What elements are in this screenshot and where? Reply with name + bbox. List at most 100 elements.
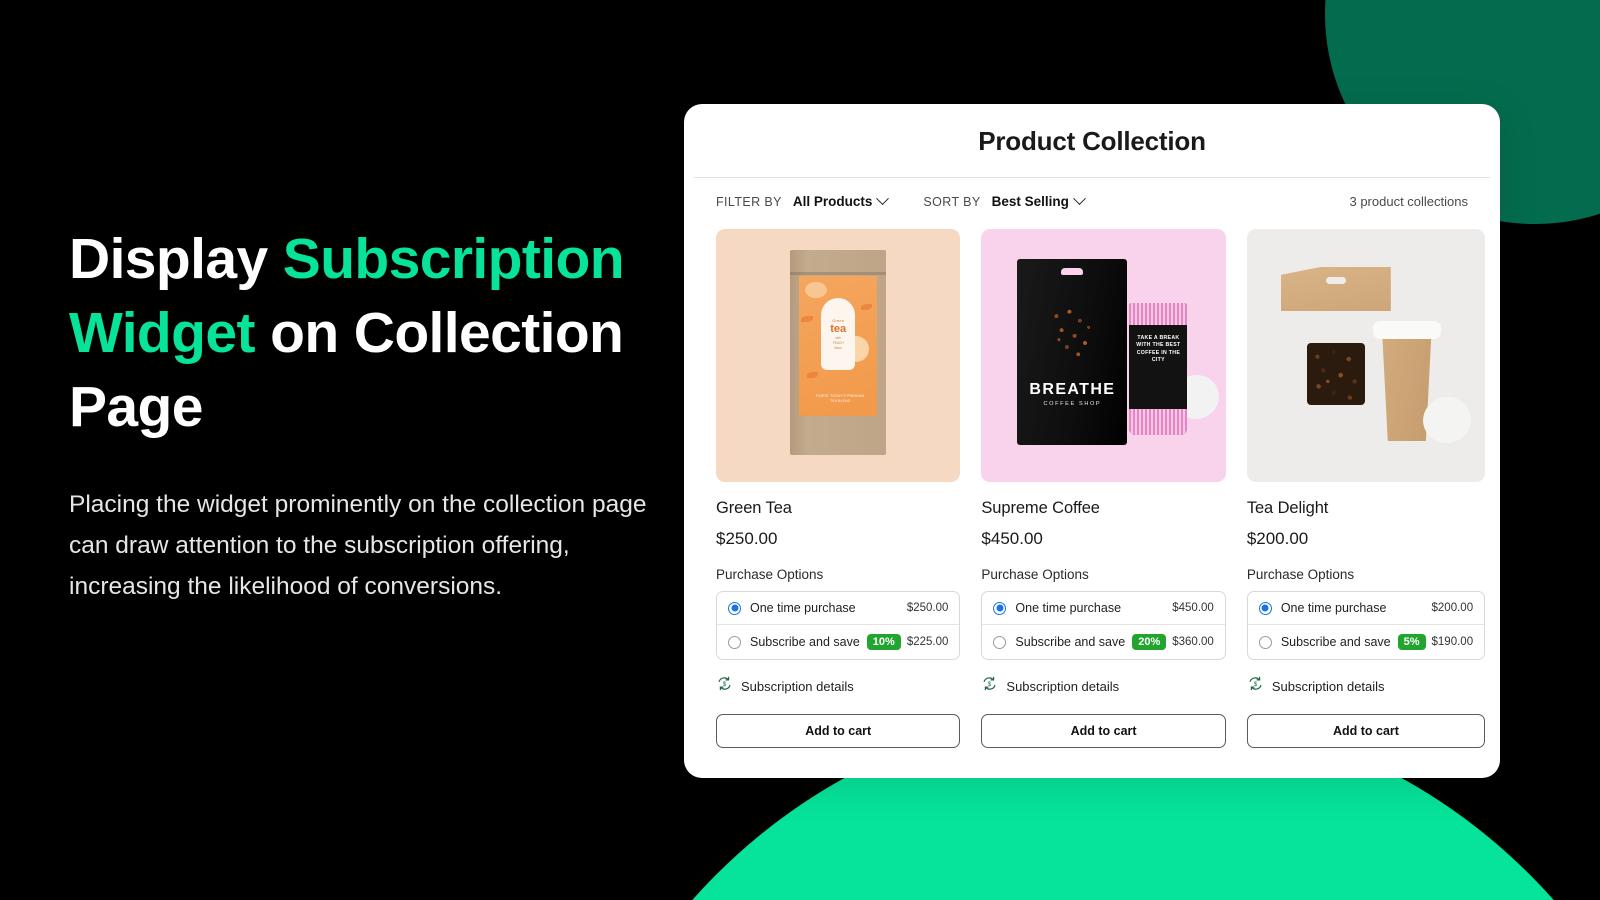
sort-by-dropdown[interactable]: Best Selling [991,192,1086,209]
product-card: BREATHE COFFEE SHOP TAKE A BREAK WITH TH… [981,229,1226,748]
subscription-details-label: Subscription details [1006,678,1120,694]
subscription-recurring-icon: $ [1247,675,1264,697]
option-label-one-time: One time purchase [1015,601,1122,615]
product-image-supreme-coffee[interactable]: BREATHE COFFEE SHOP TAKE A BREAK WITH TH… [981,229,1226,482]
label-deco-leaf [861,304,873,310]
product-price: $250.00 [716,529,778,548]
product-price: $200.00 [1246,529,1309,548]
chevron-down-icon [876,192,890,206]
label-deco-leaf [801,316,814,322]
option-label-one-time: One time purchase [750,601,856,615]
tag-main-text: tea [830,323,847,335]
option-one-time-purchase[interactable]: One time purchase $200.00 [1248,592,1484,624]
label-deco-leaf [807,372,819,378]
pouch-bottom-text: FINEST TODAY'S PREMIUM TEA BLEND [815,394,865,403]
subscription-recurring-icon: $ [716,675,733,697]
product-card: Tea Delight $200.00 Purchase Options One… [1246,229,1486,748]
label-deco-circle [805,282,828,298]
filter-by-label: FILTER BY [716,194,782,209]
product-price: $450.00 [981,529,1043,548]
cup-lid [1372,321,1441,339]
purchase-options-group: One time purchase $200.00 Subscribe and … [1246,591,1486,660]
cup-text: TAKE A BREAK WITH THE BEST COFFEE IN THE… [1136,335,1181,364]
bag-hang-hole [1325,277,1346,284]
product-card: Green tea with PEACH flavor FINEST TODAY… [716,229,961,748]
bag-flap [1280,267,1391,311]
option-price-one-time: $450.00 [1172,602,1214,614]
filter-by-group: FILTER BY All Products [716,192,890,209]
bag-brand-sub-text: COFFEE SHOP [1043,401,1102,407]
radio-subscribe[interactable] [993,635,1007,649]
subscription-details-label: Subscription details [1271,678,1385,694]
product-name: Supreme Coffee [981,499,1100,517]
product-grid: Green tea with PEACH flavor FINEST TODAY… [684,223,1500,748]
radio-subscribe[interactable] [1258,635,1272,649]
option-price-one-time: $250.00 [906,602,949,614]
headline-lead: Display [69,227,283,291]
subscription-details-link[interactable]: $ Subscription details [716,675,960,697]
sort-by-value: Best Selling [991,194,1069,209]
discount-badge: 5% [1397,634,1426,650]
purchase-options-group: One time purchase $250.00 Subscribe and … [716,591,961,660]
option-one-time-purchase[interactable]: One time purchase $250.00 [717,592,959,624]
add-to-cart-button[interactable]: Add to cart [981,714,1226,748]
filter-by-dropdown[interactable]: All Products [792,192,890,209]
option-price-subscribe: $190.00 [1431,636,1474,648]
option-label-subscribe: Subscribe and save [750,635,860,649]
tag-sub3-text: flavor [834,346,843,350]
subscription-recurring-icon: $ [981,675,998,697]
purchase-options-title: Purchase Options [981,567,1089,582]
option-subscribe-and-save[interactable]: Subscribe and save 10% $225.00 [717,624,960,659]
coffee-cup-art: TAKE A BREAK WITH THE BEST COFFEE IN THE… [1129,303,1188,435]
option-label-subscribe: Subscribe and save [1280,635,1391,649]
sort-by-label: SORT BY [923,194,981,209]
product-image-tea-delight[interactable] [1246,229,1486,482]
pouch-fold [790,272,887,275]
product-name: Green Tea [716,499,792,517]
tag-sub2-text: PEACH [832,341,844,345]
product-image-green-tea[interactable]: Green tea with PEACH flavor FINEST TODAY… [716,229,961,482]
option-price-one-time: $200.00 [1431,602,1474,614]
bag-bean-window [1306,343,1365,405]
marketing-copy: Display Subscription Widget on Collectio… [69,222,649,607]
purchase-options-title: Purchase Options [1246,567,1355,582]
tea-pouch-art: Green tea with PEACH flavor FINEST TODAY… [790,250,887,455]
result-count: 3 product collections [1349,194,1468,209]
option-label-subscribe: Subscribe and save [1015,635,1126,649]
pouch-tag: Green tea with PEACH flavor [821,298,856,370]
option-price-subscribe: $360.00 [1172,636,1214,648]
svg-text:$: $ [1254,681,1258,688]
option-label-one-time: One time purchase [1280,601,1387,615]
page-headline: Display Subscription Widget on Collectio… [69,222,649,444]
coffee-beans-graphic [1046,305,1099,361]
svg-text:$: $ [988,681,992,688]
pouch-label: Green tea with PEACH flavor FINEST TODAY… [799,276,878,416]
product-name: Tea Delight [1246,499,1329,517]
radio-one-time[interactable] [993,601,1007,615]
kraft-bag-art [1280,267,1391,445]
option-subscribe-and-save[interactable]: Subscribe and save 5% $190.00 [1247,624,1485,659]
subscription-details-link[interactable]: $ Subscription details [981,675,1225,697]
product-collection-card: Product Collection FILTER BY All Product… [684,104,1500,778]
add-to-cart-button[interactable]: Add to cart [716,714,961,748]
filter-by-value: All Products [792,194,873,209]
radio-subscribe[interactable] [728,635,741,649]
chevron-down-icon [1073,192,1086,206]
tag-sub1-text: with [835,336,842,340]
cup-band-bottom [1129,409,1188,435]
radio-one-time[interactable] [728,601,741,615]
discount-badge: 20% [1132,634,1167,650]
option-subscribe-and-save[interactable]: Subscribe and save 20% $360.00 [982,624,1225,659]
page-subcopy: Placing the widget prominently on the co… [69,491,647,600]
sort-by-group: SORT BY Best Selling [923,192,1086,209]
purchase-options-group: One time purchase $450.00 Subscribe and … [981,591,1226,660]
bag-brand-text: BREATHE [1029,381,1116,398]
page-root: Display Subscription Widget on Collectio… [0,0,1600,900]
add-to-cart-button[interactable]: Add to cart [1246,714,1486,748]
svg-text:$: $ [723,681,727,688]
option-one-time-purchase[interactable]: One time purchase $450.00 [982,592,1224,624]
radio-one-time[interactable] [1258,601,1272,615]
discount-badge: 10% [866,634,901,650]
subscription-details-link[interactable]: $ Subscription details [1247,675,1485,697]
purchase-options-title: Purchase Options [716,567,824,582]
